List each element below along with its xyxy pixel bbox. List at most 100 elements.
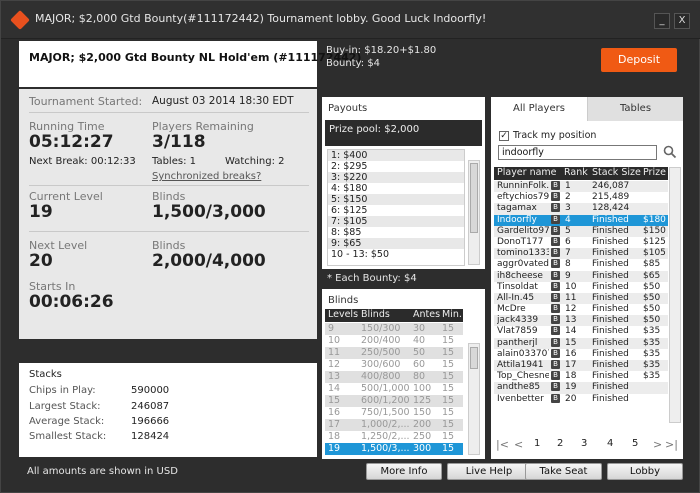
bounty-badge-icon: B (551, 348, 560, 358)
player-row[interactable]: andthe85 B 19 Finished (494, 382, 668, 394)
player-stack: 246,087 (592, 181, 630, 191)
player-row[interactable]: alain033707 B 16 Finished $35 (494, 348, 668, 360)
blinds-cell: 19 (328, 443, 341, 454)
col-prize[interactable]: Prize (643, 167, 666, 178)
player-rank: 9 (565, 270, 571, 281)
blinds-cell: 60 (413, 359, 426, 370)
pager-page-button[interactable]: 3 (581, 438, 587, 449)
player-row[interactable]: ih8cheese B 9 Finished $65 (494, 270, 668, 282)
player-rank: 8 (565, 259, 571, 270)
player-row[interactable]: Ivenbetter B 20 Finished (494, 393, 668, 405)
player-row[interactable]: Indoorfly B 4 Finished $180 (494, 214, 668, 226)
blinds-cell: 250 (413, 431, 432, 442)
blinds-cell: 13 (328, 371, 341, 382)
synchronized-breaks-link[interactable]: Synchronized breaks? (152, 171, 261, 182)
player-row[interactable]: aggr0vated B 8 Finished $85 (494, 259, 668, 270)
lobby-button[interactable]: Lobby (607, 463, 683, 480)
payout-row: 9: $65 (328, 238, 464, 249)
blinds-row[interactable]: 13 400/800 80 15 (325, 371, 463, 383)
payout-row: 10 - 13: $50 (331, 249, 389, 260)
take-seat-button[interactable]: Take Seat (525, 463, 602, 480)
pager-prev-button[interactable]: < (514, 438, 523, 451)
pager-page-button[interactable]: 4 (607, 438, 613, 449)
player-name: Gardelito97 (497, 225, 549, 236)
blinds-cell: 500/1,000 (361, 383, 410, 394)
player-row[interactable]: RunninFolk...B1 246,087 (494, 181, 668, 193)
player-row[interactable]: Top_Chesnel B 18 Finished $35 (494, 371, 668, 382)
blinds-row[interactable]: 17 1,000/2,... 200 15 (325, 419, 463, 431)
blinds-row[interactable]: 11 250/500 50 15 (325, 347, 463, 359)
live-help-button[interactable]: Live Help (447, 463, 531, 480)
blinds-row[interactable]: 16 750/1,500 150 15 (325, 407, 463, 419)
player-row[interactable]: Vlat7859 B 14 Finished $35 (494, 326, 668, 337)
close-button[interactable]: X (674, 13, 690, 29)
tab-all-players[interactable]: All Players (491, 97, 587, 121)
player-stack: Finished (592, 371, 629, 382)
player-stack: Finished (592, 281, 629, 292)
minimize-button[interactable]: _ (654, 13, 670, 29)
blinds-table-body[interactable]: 9 150/300 30 15 10 200/400 40 15 11 250/500 50 15 12… (325, 323, 463, 456)
blinds-row[interactable]: 15 600/1,200 125 15 (325, 395, 463, 407)
title-bar[interactable]: MAJOR; $2,000 Gtd Bounty(#111172442) Tou… (1, 1, 700, 39)
deposit-button[interactable]: Deposit (601, 48, 677, 72)
player-row[interactable]: eftychios79 B 2 215,489 (494, 192, 668, 203)
player-row[interactable]: Gardelito97 B 5 Finished $150 (494, 225, 668, 237)
bounty-badge-icon: B (551, 382, 560, 392)
player-rank: 19 (565, 382, 577, 393)
player-stack: Finished (592, 259, 629, 270)
player-row[interactable]: DonoT177 B 6 Finished $125 (494, 236, 668, 248)
app-logo-icon (10, 10, 30, 30)
pager-page-button[interactable]: 5 (632, 438, 638, 449)
blinds-cell: 600/1,200 (361, 395, 410, 406)
player-row[interactable]: jack4339 B 13 Finished $50 (494, 315, 668, 327)
pager-page-button[interactable]: 1 (534, 438, 540, 449)
player-row[interactable]: All-In.45 B 11 Finished $50 (494, 292, 668, 305)
blinds-title: Blinds (328, 295, 359, 306)
player-row[interactable]: pantherjl B 15 Finished $35 (494, 337, 668, 349)
players-table-body[interactable]: RunninFolk...B1246,087eftychios79B2215,4… (494, 181, 668, 423)
pager-page-button[interactable]: 2 (557, 438, 563, 449)
blinds-row[interactable]: 12 300/600 60 15 (325, 359, 463, 371)
player-stack: Finished (592, 248, 629, 259)
col-player-name[interactable]: Player name (497, 167, 557, 178)
tab-tables[interactable]: Tables (587, 97, 683, 121)
pager-next-button[interactable]: > (653, 438, 662, 451)
blinds-cell: 300/600 (361, 359, 401, 370)
track-position-checkbox[interactable]: ✓ (499, 131, 509, 141)
col-rank[interactable]: Rank (564, 167, 588, 178)
blinds-cell: 80 (413, 371, 426, 382)
player-search-input[interactable] (498, 145, 657, 160)
blinds-scrollbar[interactable] (468, 343, 480, 455)
player-row[interactable]: McDre B 12 Finished $50 (494, 304, 668, 315)
players-scrollbar[interactable] (669, 167, 681, 423)
col-stack-size[interactable]: Stack Size (592, 167, 641, 178)
player-name: pantherjl (497, 337, 538, 348)
buyin-text: Buy-in: $18.20+$1.80 (326, 45, 437, 56)
blinds-row[interactable]: 14 500/1,000 100 15 (325, 383, 463, 395)
payout-list[interactable]: 1: $400 2: $295 3: $220 4: $180 5: $150 … (327, 149, 465, 266)
player-row[interactable]: Tinsoldat B 10 Finished $50 (494, 281, 668, 293)
player-row[interactable]: Attila1941 B 17 Finished $35 (494, 360, 668, 372)
currency-note: All amounts are shown in USD (27, 466, 178, 477)
payouts-scrollbar[interactable] (468, 160, 480, 265)
blinds-row[interactable]: 18 1,250/2,... 250 15 (325, 431, 463, 443)
player-row[interactable]: tomino1333 B 7 Finished $105 (494, 248, 668, 260)
pager-first-button[interactable]: |< (496, 438, 509, 451)
blinds-cell: 9 (328, 323, 335, 334)
more-info-button[interactable]: More Info (366, 463, 442, 480)
scroll-thumb[interactable] (470, 163, 478, 233)
blinds-table-header: Levels Blinds Antes Min. (325, 309, 463, 322)
blinds-cell: 15 (442, 335, 455, 346)
player-name: eftychios79 (497, 192, 549, 203)
player-name: RunninFolk... (497, 181, 549, 191)
bounty-badge-icon: B (551, 281, 560, 291)
blinds-row[interactable]: 19 1,500/3,... 300 15 (325, 443, 463, 455)
scroll-thumb[interactable] (470, 347, 478, 369)
blinds-cell: 50 (413, 347, 426, 358)
search-icon[interactable] (663, 145, 677, 159)
blinds-row[interactable]: 10 200/400 40 15 (325, 335, 463, 347)
blinds-cell: 15 (442, 359, 455, 370)
blinds-row[interactable]: 9 150/300 30 15 (325, 323, 463, 335)
pager-last-button[interactable]: >| (665, 438, 678, 451)
player-row[interactable]: tagamax B 3 128,424 (494, 203, 668, 215)
